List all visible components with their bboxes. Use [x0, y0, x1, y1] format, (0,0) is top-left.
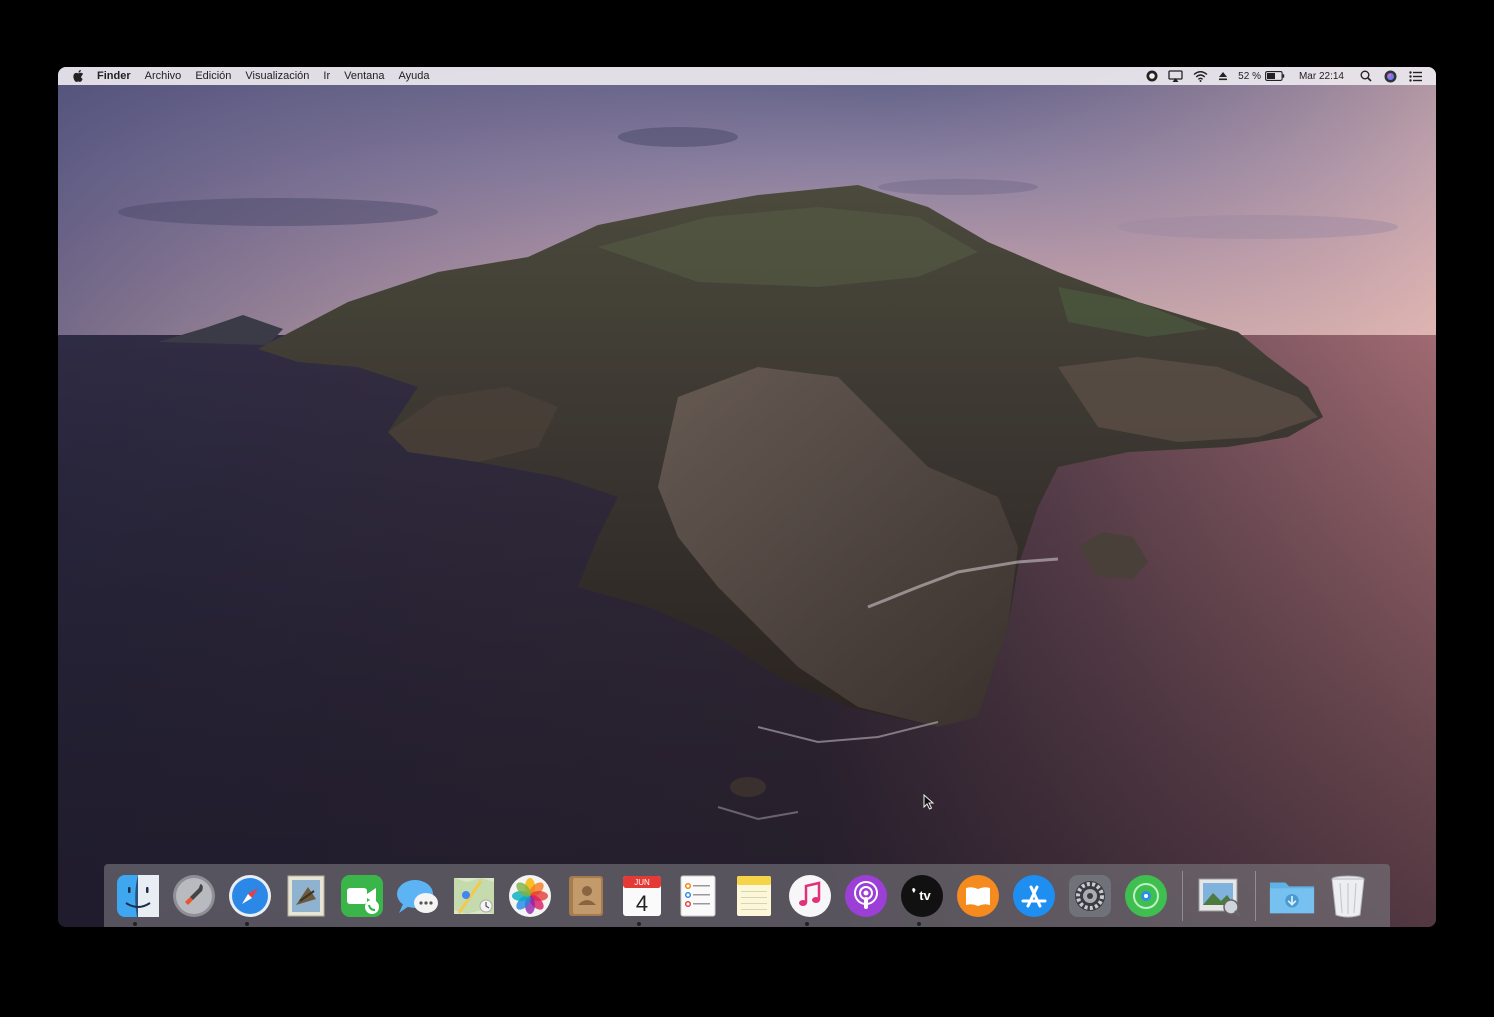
podcasts-icon — [845, 874, 887, 917]
dock-mail[interactable] — [282, 872, 330, 920]
tv-label: tv — [919, 888, 931, 903]
notification-center-icon[interactable] — [1409, 67, 1422, 85]
menu-edicion[interactable]: Edición — [188, 67, 238, 85]
dock-system-preferences[interactable] — [1066, 872, 1114, 920]
airplay-icon[interactable] — [1168, 67, 1183, 85]
maps-icon — [454, 877, 494, 914]
wifi-icon[interactable] — [1193, 67, 1208, 85]
dock: JUN 4 tv — [104, 864, 1390, 927]
reminders-icon — [680, 875, 716, 916]
mail-icon — [287, 875, 325, 916]
menu-visualizacion[interactable]: Visualización — [238, 67, 316, 85]
dock-launchpad[interactable] — [170, 872, 218, 920]
contacts-icon — [569, 875, 603, 916]
running-indicator-finder — [133, 922, 137, 926]
facetime-icon — [341, 874, 383, 917]
running-indicator-music — [805, 922, 809, 926]
notes-icon — [737, 875, 771, 916]
dock-find-my[interactable] — [1122, 872, 1170, 920]
dock-preview[interactable] — [1195, 872, 1243, 920]
dock-reminders[interactable] — [674, 872, 722, 920]
dock-downloads-folder[interactable] — [1268, 872, 1316, 920]
calendar-day: 4 — [636, 891, 648, 916]
find-my-icon — [1125, 874, 1167, 917]
dock-facetime[interactable] — [338, 872, 386, 920]
calendar-month: JUN — [634, 878, 650, 887]
desktop-wallpaper — [58, 67, 1436, 927]
dock-calendar[interactable]: JUN 4 — [618, 872, 666, 920]
dock-podcasts[interactable] — [842, 872, 890, 920]
dock-photos[interactable] — [506, 872, 554, 920]
launchpad-icon — [173, 874, 215, 917]
menu-bar: Finder Archivo Edición Visualización Ir … — [58, 67, 1436, 85]
dock-app-store[interactable] — [1010, 872, 1058, 920]
trash-icon — [1331, 875, 1365, 917]
dock-music[interactable] — [786, 872, 834, 920]
dock-messages[interactable] — [394, 872, 442, 920]
preview-icon — [1198, 878, 1241, 917]
dock-safari[interactable] — [226, 872, 274, 920]
calendar-icon: JUN 4 — [623, 875, 661, 916]
running-indicator-safari — [245, 922, 249, 926]
spotlight-search-icon[interactable] — [1360, 67, 1372, 85]
app-store-icon — [1013, 874, 1055, 917]
safari-icon — [229, 874, 271, 917]
menu-ir[interactable]: Ir — [316, 67, 337, 85]
apple-tv-icon: tv — [901, 874, 943, 917]
dock-notes[interactable] — [730, 872, 778, 920]
apple-logo-icon[interactable] — [72, 69, 84, 83]
dock-maps[interactable] — [450, 872, 498, 920]
dock-separator — [1182, 870, 1183, 921]
siri-icon[interactable] — [1384, 67, 1397, 85]
dock-trash[interactable] — [1324, 872, 1372, 920]
menu-ventana[interactable]: Ventana — [337, 67, 391, 85]
battery-icon[interactable] — [1265, 67, 1285, 85]
finder-icon — [117, 874, 159, 917]
menu-archivo[interactable]: Archivo — [138, 67, 189, 85]
photos-icon — [509, 874, 551, 917]
messages-icon — [397, 879, 438, 913]
dock-separator-2 — [1255, 870, 1256, 921]
system-preferences-icon — [1069, 874, 1111, 917]
running-indicator-calendar — [637, 922, 641, 926]
mouse-pointer-icon — [923, 794, 935, 810]
desktop-screen: Finder Archivo Edición Visualización Ir … — [58, 67, 1436, 927]
eject-icon[interactable] — [1218, 67, 1228, 85]
screen-record-icon[interactable] — [1146, 67, 1158, 85]
menu-ayuda[interactable]: Ayuda — [392, 67, 437, 85]
dock-apple-tv[interactable]: tv — [898, 872, 946, 920]
dock-books[interactable] — [954, 872, 1002, 920]
menu-clock[interactable]: Mar 22:14 — [1299, 67, 1344, 85]
running-indicator-tv — [917, 922, 921, 926]
books-icon — [957, 874, 999, 917]
battery-percent[interactable]: 52 % — [1238, 67, 1261, 85]
downloads-folder-icon — [1269, 882, 1315, 913]
music-icon — [789, 874, 831, 917]
dock-finder[interactable] — [114, 872, 162, 920]
dock-contacts[interactable] — [562, 872, 610, 920]
menu-app-name[interactable]: Finder — [90, 67, 138, 85]
